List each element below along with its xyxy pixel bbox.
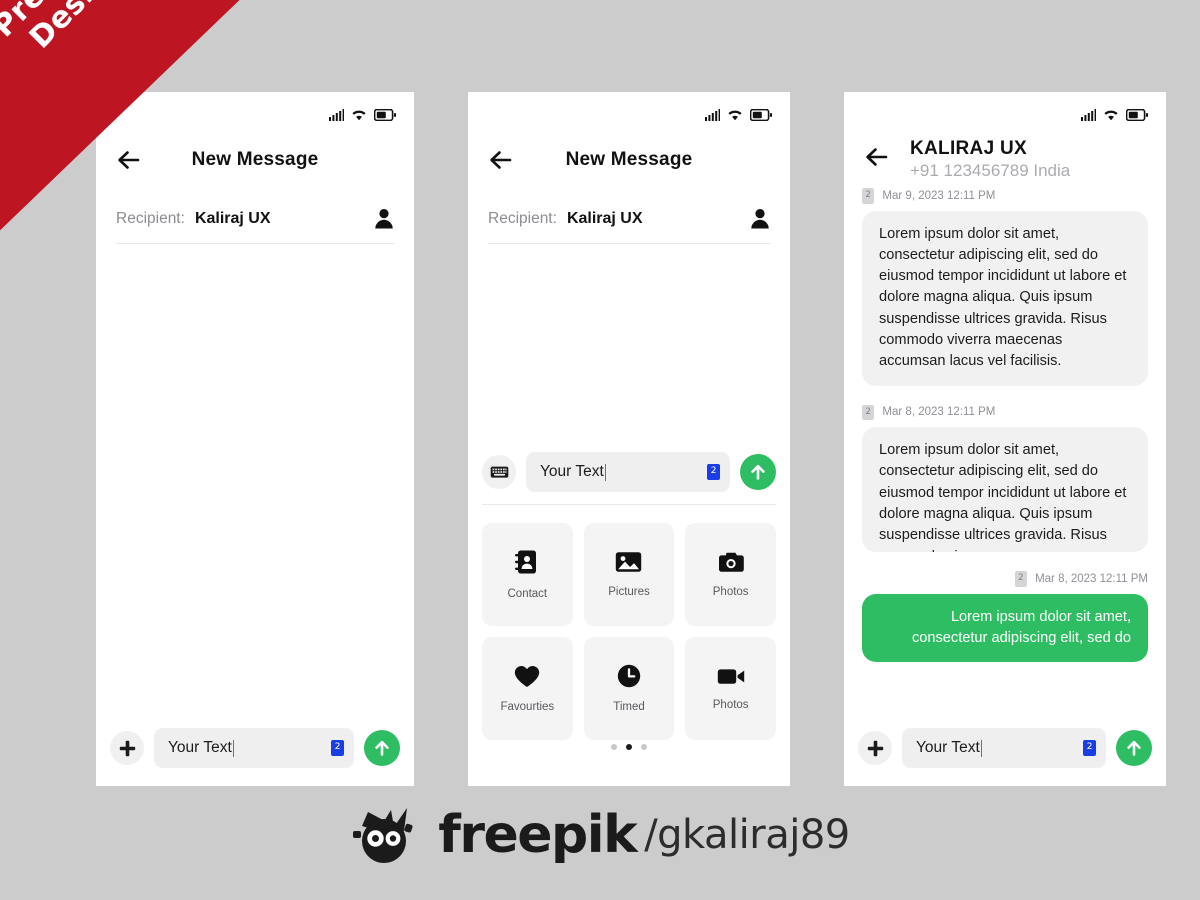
attachment-label: Photos <box>712 585 749 598</box>
back-arrow-icon <box>866 148 888 166</box>
plus-icon <box>867 740 883 756</box>
freepik-footer: freepik /gkaliraj89 <box>0 804 1200 866</box>
contact-number: +91 123456789 India <box>910 161 1071 181</box>
message-bubble-incoming[interactable]: Lorem ipsum dolor sit amet, consectetur … <box>862 210 1148 386</box>
wifi-icon <box>1104 110 1118 121</box>
attachment-tile-photos-camera[interactable]: Photos <box>685 523 776 626</box>
image-icon <box>616 552 642 572</box>
freepik-brand: freepik <box>438 805 637 865</box>
attachment-label: Contact <box>507 588 548 600</box>
message-item: 2 Mar 9, 2023 12:11 PM Lorem ipsum dolor… <box>862 188 1148 386</box>
screenshot-canvas: Premium Design <box>0 0 1200 900</box>
back-button[interactable] <box>484 143 518 177</box>
contact-book-icon <box>515 550 537 574</box>
message-input-value: Your Text <box>168 739 232 756</box>
phone-screen-new-message-attachments: New Message Recipient: Kaliraj UX Your T… <box>468 92 790 786</box>
attachment-tile-favourties[interactable]: Favourties <box>482 637 573 740</box>
plus-icon <box>119 740 135 756</box>
contact-name: KALIRAJ UX <box>910 138 1028 159</box>
composer-divider <box>482 504 776 505</box>
send-button[interactable] <box>364 730 400 766</box>
freepik-crown-robot-icon <box>353 808 413 863</box>
message-composer: Your Text 2 <box>844 728 1166 768</box>
keyboard-icon <box>490 466 508 478</box>
message-list: 2 Mar 9, 2023 12:11 PM Lorem ipsum dolor… <box>844 188 1166 681</box>
sms-count-badge: 2 <box>1014 571 1028 587</box>
message-input-value: Your Text <box>916 739 980 756</box>
status-bar <box>844 92 1166 132</box>
heart-icon <box>515 665 540 687</box>
message-composer: Your Text 2 <box>96 728 414 768</box>
arrow-up-icon <box>375 740 389 756</box>
sms-count-badge: 2 <box>331 740 344 756</box>
message-input[interactable]: Your Text 2 <box>902 728 1106 768</box>
message-timestamp-row: 2 Mar 9, 2023 12:11 PM <box>862 188 1148 204</box>
message-composer: Your Text 2 <box>468 452 790 492</box>
arrow-up-icon <box>1127 740 1141 756</box>
message-item: 2 Mar 8, 2023 12:11 PM Lorem ipsum dolor… <box>862 571 1148 663</box>
send-button[interactable] <box>1116 730 1152 766</box>
timestamp: Mar 9, 2023 12:11 PM <box>882 189 996 202</box>
conversation-header: KALIRAJ UX +91 123456789 India <box>844 132 1166 182</box>
message-bubble-incoming[interactable]: Lorem ipsum dolor sit amet, consectetur … <box>862 427 1148 553</box>
app-header: New Message <box>468 132 790 184</box>
add-attachment-button[interactable] <box>858 731 892 765</box>
message-timestamp-row: 2 Mar 8, 2023 12:11 PM <box>862 571 1148 587</box>
arrow-up-icon <box>751 464 765 480</box>
pagination-dot[interactable] <box>611 744 617 750</box>
text-caret <box>980 739 983 757</box>
attachment-label: Pictures <box>608 586 650 598</box>
attachment-label: Favourties <box>500 700 555 713</box>
person-icon[interactable] <box>374 208 394 229</box>
timestamp: Mar 8, 2023 12:11 PM <box>1035 572 1148 585</box>
back-arrow-icon <box>490 151 512 169</box>
freepik-handle: /gkaliraj89 <box>644 812 850 858</box>
attachment-tile-timed[interactable]: Timed <box>583 637 675 740</box>
attachment-grid: Contact Pictures Photos Favourties Timed… <box>468 523 790 740</box>
attachment-tile-pictures[interactable]: Pictures <box>583 523 675 626</box>
clock-icon <box>617 664 641 688</box>
battery-icon <box>1126 109 1148 121</box>
message-bubble-outgoing[interactable]: Lorem ipsum dolor sit amet, consectetur … <box>862 593 1148 663</box>
attachment-tile-photos-video[interactable]: Photos <box>685 637 776 740</box>
keyboard-toggle-button[interactable] <box>482 455 516 489</box>
recipient-row[interactable]: Recipient: Kaliraj UX <box>488 208 770 244</box>
person-icon[interactable] <box>750 208 770 229</box>
attachment-pagination <box>468 744 790 750</box>
camera-icon <box>718 552 744 572</box>
pagination-dot-active[interactable] <box>626 744 632 750</box>
pagination-dot[interactable] <box>641 744 647 750</box>
status-bar <box>468 92 790 132</box>
premium-design-ribbon: Premium Design <box>0 0 250 240</box>
signal-icon <box>705 109 720 121</box>
attachment-label: Timed <box>613 701 645 713</box>
battery-icon <box>374 109 396 121</box>
timestamp: Mar 8, 2023 12:11 PM <box>882 406 996 419</box>
signal-icon <box>1081 109 1096 121</box>
message-input[interactable]: Your Text 2 <box>154 728 354 768</box>
sms-count-badge: 2 <box>707 464 720 480</box>
attachment-tile-contact[interactable]: Contact <box>482 523 573 626</box>
message-item: 2 Mar 8, 2023 12:11 PM Lorem ipsum dolor… <box>862 404 1148 553</box>
phone-screen-conversation: KALIRAJ UX +91 123456789 India 2 Mar 9, … <box>844 92 1166 786</box>
back-button[interactable] <box>860 140 894 174</box>
text-caret <box>604 463 607 481</box>
message-timestamp-row: 2 Mar 8, 2023 12:11 PM <box>862 404 1148 421</box>
message-input[interactable]: Your Text 2 <box>526 452 730 492</box>
wifi-icon <box>352 110 366 121</box>
signal-icon <box>329 109 344 121</box>
sms-count-badge: 2 <box>862 188 875 204</box>
add-attachment-button[interactable] <box>110 731 144 765</box>
video-camera-icon <box>717 668 744 684</box>
recipient-value: Kaliraj UX <box>566 209 643 227</box>
sms-count-badge: 2 <box>1083 740 1096 756</box>
wifi-icon <box>728 110 742 121</box>
send-button[interactable] <box>740 454 776 490</box>
sms-count-badge: 2 <box>862 404 875 421</box>
message-input-value: Your Text <box>540 463 604 480</box>
recipient-label: Recipient: <box>488 209 557 227</box>
text-caret <box>232 739 235 757</box>
battery-icon <box>750 109 772 121</box>
attachment-label: Photos <box>712 698 749 711</box>
